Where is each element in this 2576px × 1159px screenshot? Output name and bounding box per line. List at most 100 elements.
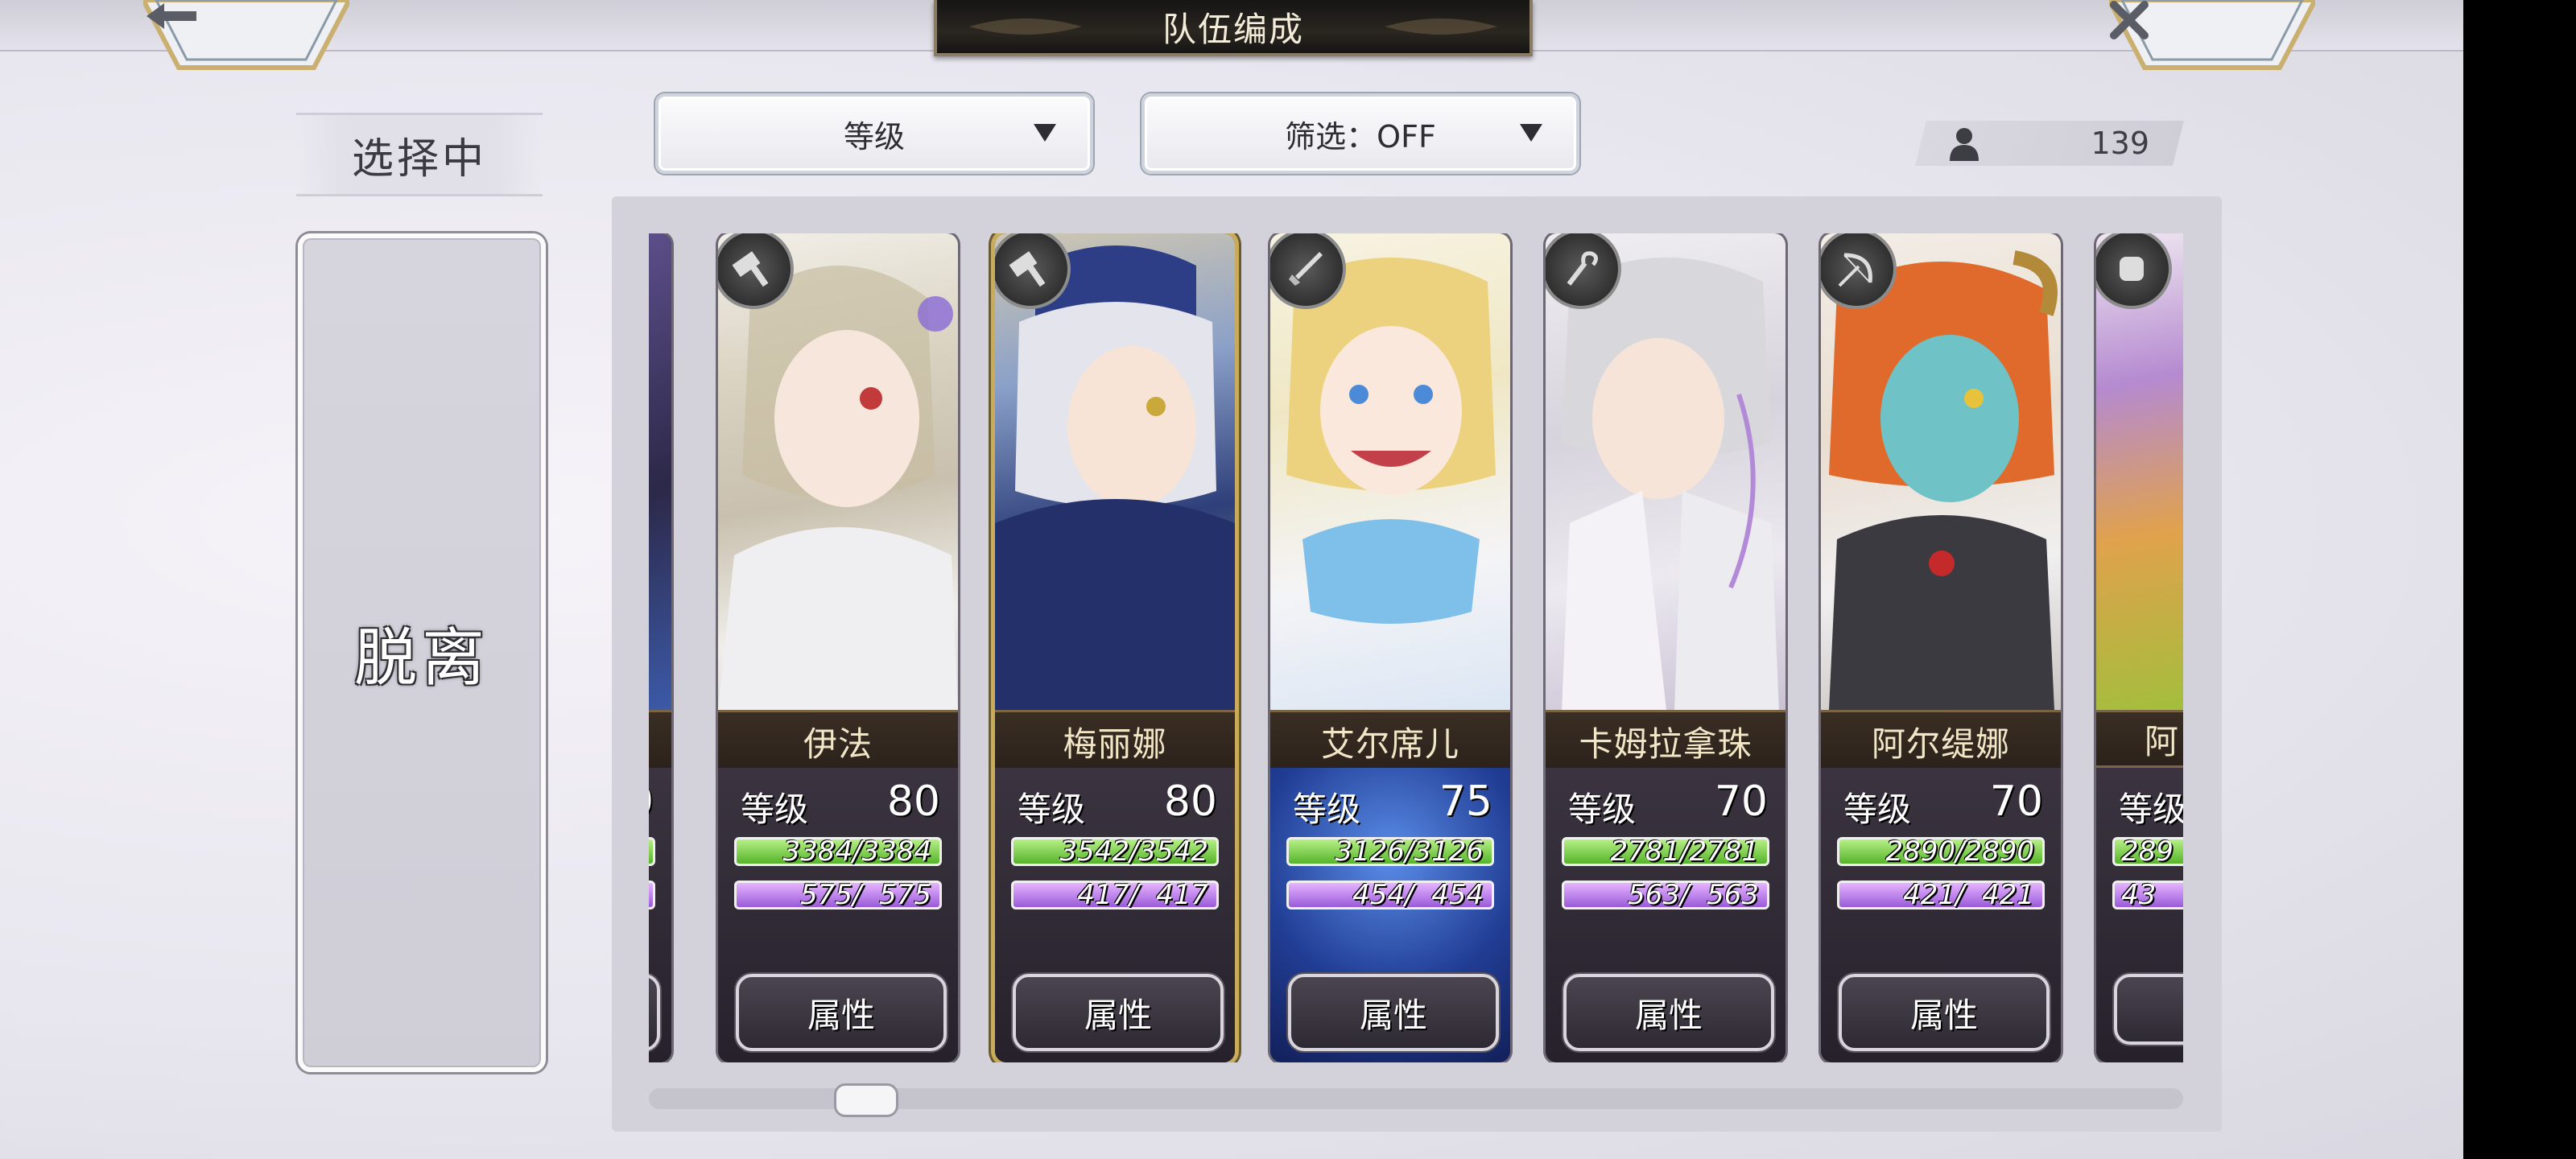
character-card[interactable]: 卡姆拉拿珠 等级 70 2781/2781 563/ 563 属性 [1546, 233, 1785, 1062]
character-level: 80 [1163, 777, 1217, 826]
chevron-down-icon [1034, 124, 1056, 142]
page-title: 队伍编成 [1162, 9, 1304, 49]
level-label: 等级 [1293, 790, 1361, 829]
sp-bar: 454/ 454 [1286, 879, 1494, 911]
attribute-button-label: 属性 [1084, 995, 1152, 1035]
character-card-partial-right[interactable]: 阿 等级 289 43 属 [2096, 233, 2183, 1062]
leave-text: 脱离 [353, 622, 489, 695]
team-formation-screen: 队伍编成 选择中 脱离 等级 筛选：OFF 139 0 4 3 [0, 0, 2463, 1159]
hp-value: 3542/3542 [1059, 835, 1208, 868]
attribute-button-label: 属性 [1909, 995, 1978, 1035]
unit-count-content: 139 [1921, 121, 2178, 166]
hp-bar: 4 [649, 837, 655, 866]
level-label: 等级 [741, 790, 809, 829]
person-icon [1950, 128, 1979, 161]
level-label: 等级 [1843, 790, 1912, 829]
hp-bar: 3542/3542 [1011, 835, 1219, 868]
level-label: 等级 [1018, 790, 1086, 829]
back-button[interactable] [143, 0, 349, 71]
sp-bar: 3 [649, 881, 655, 909]
sort-dropdown[interactable]: 等级 [655, 93, 1093, 174]
character-name-bar: 阿 [2096, 710, 2183, 768]
filter-dropdown[interactable]: 筛选：OFF [1141, 93, 1579, 174]
character-portrait [649, 233, 671, 710]
attribute-button[interactable]: 属 [2114, 974, 2183, 1045]
character-name: 卡姆拉拿珠 [1579, 724, 1752, 764]
character-level: 0 [649, 777, 654, 826]
attribute-button[interactable]: 属性 [1288, 974, 1499, 1051]
character-stats: 等级 80 3384/3384 575/ 575 属性 [718, 768, 958, 1062]
character-card[interactable]: 艾尔席儿 等级 75 3126/3126 454/ 454 属性 [1270, 233, 1510, 1062]
hp-value: 3384/3384 [782, 835, 931, 868]
sp-value: 43 [2121, 879, 2157, 911]
hp-bar: 3384/3384 [734, 835, 942, 868]
hp-value: 289 [2121, 835, 2174, 868]
attribute-button[interactable] [649, 974, 660, 1051]
character-stats: 等级 70 2781/2781 563/ 563 属性 [1546, 768, 1785, 1062]
character-name: 伊法 [803, 724, 873, 764]
attribute-button[interactable]: 属性 [736, 974, 947, 1051]
character-name: 艾尔席儿 [1320, 724, 1459, 764]
character-name-bar: 伊法 [718, 710, 958, 773]
character-name-bar [649, 710, 671, 773]
roster-scrollbar-thumb[interactable] [834, 1083, 898, 1117]
character-level: 70 [1714, 777, 1768, 826]
roster-carousel[interactable]: 0 4 3 伊法 等级 8 [649, 233, 2183, 1062]
selecting-label: 选择中 [296, 113, 543, 196]
character-card[interactable]: 阿尔缇娜 等级 70 2890/2890 421/ 421 属性 [1821, 233, 2061, 1062]
leave-slot-button[interactable]: 脱离 [298, 233, 546, 1072]
hp-bar: 2781/2781 [1562, 835, 1769, 868]
filter-value: 筛选：OFF [1285, 118, 1436, 155]
sp-value: 575/ 575 [791, 879, 931, 911]
hp-bar: 2890/2890 [1837, 835, 2045, 868]
attribute-button-label: 属性 [1359, 995, 1427, 1035]
character-card[interactable]: 伊法 等级 80 3384/3384 575/ 575 属性 [718, 233, 958, 1062]
attribute-button-label: 属性 [807, 995, 875, 1035]
character-stats: 等级 70 2890/2890 421/ 421 属性 [1821, 768, 2061, 1062]
sort-value: 等级 [843, 118, 905, 155]
character-name: 阿 [2145, 721, 2180, 761]
sp-bar: 563/ 563 [1562, 879, 1769, 911]
character-card[interactable]: 梅丽娜 等级 80 3542/3542 417/ 417 属性 [995, 233, 1235, 1062]
hp-value: 3126/3126 [1335, 835, 1484, 868]
title-plate: 队伍编成 [934, 0, 1533, 56]
attribute-button[interactable]: 属性 [1563, 974, 1774, 1051]
character-stats: 等级 80 3542/3542 417/ 417 属性 [995, 768, 1235, 1062]
chevron-down-icon [1520, 124, 1542, 142]
character-stats: 0 4 3 [649, 768, 671, 1062]
character-name-bar: 艾尔席儿 [1270, 710, 1510, 773]
sp-value: 563/ 563 [1619, 879, 1759, 911]
character-level: 80 [886, 777, 940, 826]
character-stats: 等级 289 43 属 [2096, 768, 2183, 1062]
character-name-bar: 阿尔缇娜 [1821, 710, 2061, 773]
character-name: 梅丽娜 [1063, 724, 1167, 764]
attribute-button[interactable]: 属性 [1839, 974, 2050, 1051]
character-level: 70 [1989, 777, 2043, 826]
unit-count: 139 [2091, 126, 2149, 161]
level-label: 等级 [2119, 790, 2183, 829]
attribute-button-label: 属性 [1634, 995, 1703, 1035]
hp-value: 2890/2890 [1885, 835, 2034, 868]
sp-value: 421/ 421 [1894, 879, 2034, 911]
sp-bar: 575/ 575 [734, 879, 942, 911]
sp-value: 454/ 454 [1344, 879, 1484, 911]
close-icon [2109, 0, 2315, 69]
back-arrow-icon [143, 0, 349, 69]
character-card-partial-left[interactable]: 0 4 3 [649, 233, 671, 1062]
character-name-bar: 梅丽娜 [995, 710, 1235, 773]
sp-value: 417/ 417 [1068, 879, 1208, 911]
ornament-right-icon [1385, 19, 1497, 35]
ornament-left-icon [969, 19, 1082, 35]
close-button[interactable] [2109, 0, 2315, 71]
character-name-bar: 卡姆拉拿珠 [1546, 710, 1785, 773]
sp-bar: 417/ 417 [1011, 879, 1219, 911]
character-stats: 等级 75 3126/3126 454/ 454 属性 [1270, 768, 1510, 1062]
character-level: 75 [1439, 777, 1492, 826]
character-name: 阿尔缇娜 [1871, 724, 2010, 764]
selecting-text: 选择中 [351, 134, 487, 184]
hp-value: 2781/2781 [1610, 835, 1759, 868]
screen-edge-bar [2463, 0, 2576, 1159]
sp-bar: 43 [2112, 879, 2183, 911]
sp-bar: 421/ 421 [1837, 879, 2045, 911]
attribute-button[interactable]: 属性 [1013, 974, 1224, 1051]
